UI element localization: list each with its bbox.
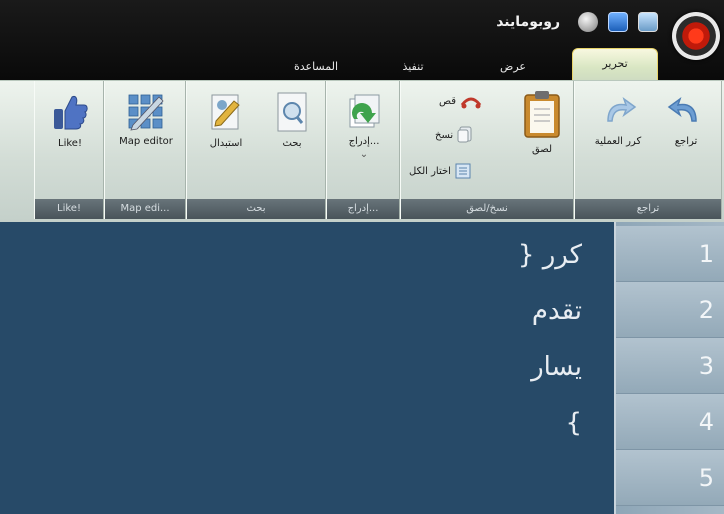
tab-run[interactable]: تنفيذ [378,56,448,78]
map-editor-group-label: Map edi... [105,199,185,219]
undo-button[interactable]: تراجع [655,91,717,148]
select-all-icon [455,163,471,179]
cut-label: قص [439,95,457,107]
like-group: Like! Like! [34,81,104,219]
map-editor-label: Map editor [119,136,173,147]
search-button[interactable]: بحث [263,91,321,150]
insert-label: إدراج... [348,136,380,147]
search-icon [277,92,307,132]
replace-button[interactable]: استبدال [195,91,257,150]
app-title: روبومايند [496,14,560,30]
insert-group-label: إدراج... [327,199,399,219]
insert-dropdown-icon[interactable]: ⌄ [333,148,395,161]
app-logo-icon[interactable] [672,12,720,60]
undo-group: تراجع كرر العملية تراجع [574,81,722,219]
replace-label: استبدال [209,138,243,149]
select-all-button[interactable]: اختار الكل [409,161,471,181]
info-icon[interactable] [578,12,598,32]
code-line[interactable]: يسار [282,352,582,382]
tab-view[interactable]: عرض [478,56,548,78]
paste-button[interactable]: لصق [515,89,569,156]
line-number: 3 [616,338,724,394]
undo-icon [667,97,697,122]
code-line[interactable]: تقدم [282,296,582,326]
stack-icon[interactable] [608,12,628,32]
ribbon: تراجع كرر العملية تراجع لصق قص نسخ اختار… [0,80,724,222]
code-line[interactable]: كرر { [282,240,582,270]
image-icon[interactable] [638,12,658,32]
like-label: Like! [58,138,82,149]
insert-icon [349,94,380,128]
title-bar: روبومايند تحرير عرض تنفيذ المساعدة [0,0,724,80]
copy-label: نسخ [435,129,454,141]
select-all-label: اختار الكل [409,165,451,177]
like-button[interactable]: Like! [41,91,99,150]
line-number: 5 [616,450,724,506]
thumbs-up-icon [54,96,88,130]
code-line[interactable]: } [282,408,582,438]
copy-button[interactable]: نسخ [435,125,473,145]
clipboard-group-label: نسخ/لصق [401,199,573,219]
like-group-label: Like! [35,199,103,219]
undo-group-label: تراجع [575,199,721,219]
tab-help[interactable]: المساعدة [276,56,356,78]
line-number-gutter: 1 2 3 4 5 [614,222,724,514]
search-group-label: بحث [187,199,325,219]
line-number: 1 [616,226,724,282]
clipboard-icon [524,91,560,138]
ribbon-tabs: تحرير عرض تنفيذ المساعدة [0,44,672,80]
paste-label: لصق [531,144,553,155]
code-editor[interactable]: كرر { تقدم يسار } [0,222,614,514]
redo-icon [607,97,637,122]
map-editor-group: Map editor Map edi... [104,81,186,219]
line-number: 4 [616,394,724,450]
repeat-label: كرر العملية [594,136,642,147]
clipboard-group: لصق قص نسخ اختار الكل نسخ/لصق [400,81,574,219]
insert-group: إدراج... ⌄ إدراج... [326,81,400,219]
undo-label: تراجع [674,136,698,147]
line-number: 2 [616,282,724,338]
scissors-icon [460,97,482,109]
tab-edit[interactable]: تحرير [572,48,658,80]
replace-icon [211,94,240,130]
insert-button[interactable]: إدراج... ⌄ [333,91,395,161]
search-label: بحث [282,138,302,149]
quick-access-toolbar [578,10,670,34]
search-group: بحث استبدال بحث [186,81,326,219]
copy-icon [457,126,472,143]
cut-button[interactable]: قص [439,91,482,111]
repeat-button[interactable]: كرر العملية [585,91,651,148]
map-editor-button[interactable]: Map editor [111,89,181,148]
map-editor-icon [128,94,164,131]
